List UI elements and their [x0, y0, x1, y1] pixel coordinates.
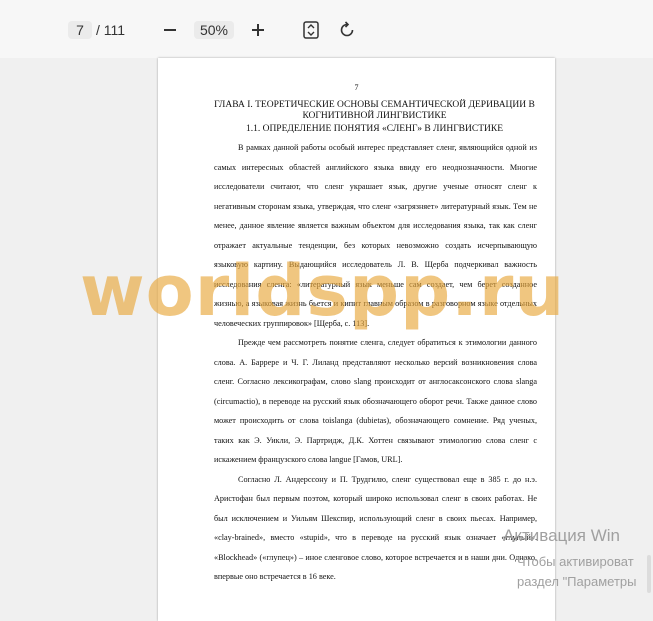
activation-line: раздел "Параметры	[517, 574, 637, 589]
scrollbar[interactable]	[647, 555, 651, 593]
document-page: 7 ГЛАВА I. ТЕОРЕТИЧЕСКИЕ ОСНОВЫ СЕМАНТИЧ…	[158, 58, 555, 621]
section-title: 1.1. ОПРЕДЕЛЕНИЕ ПОНЯТИЯ «СЛЕНГ» В ЛИНГВ…	[245, 124, 504, 134]
page-number-input[interactable]: 7	[68, 21, 92, 39]
paragraph: Прежде чем рассмотреть понятие сленга, с…	[214, 338, 537, 464]
fit-page-icon	[303, 21, 319, 39]
page-total-label: / 111	[96, 22, 126, 38]
zoom-out-button[interactable]	[160, 20, 180, 40]
fit-page-button[interactable]	[302, 20, 320, 40]
paragraph: В рамках данной работы особый интерес пр…	[214, 143, 537, 328]
activation-line: Чтобы активироват	[517, 554, 634, 569]
paragraph: Согласно Л. Андерссону и П. Трудгилю, сл…	[214, 474, 537, 582]
windows-activation-title: Активация Win	[503, 526, 620, 545]
windows-activation-text: Чтобы активироват раздел "Параметры	[517, 552, 636, 592]
zoom-level-input[interactable]: 50%	[194, 21, 234, 39]
body-text: В рамках данной работы особый интерес пр…	[214, 138, 537, 587]
rotate-icon	[340, 21, 354, 37]
viewer-toolbar: 7 / 111 50%	[0, 0, 653, 58]
rotate-button[interactable]	[337, 20, 357, 40]
chapter-title: ГЛАВА I. ТЕОРЕТИЧЕСКИЕ ОСНОВЫ СЕМАНТИЧЕС…	[214, 100, 535, 121]
zoom-in-button[interactable]	[248, 20, 268, 40]
page-number-label: 7	[354, 83, 359, 92]
